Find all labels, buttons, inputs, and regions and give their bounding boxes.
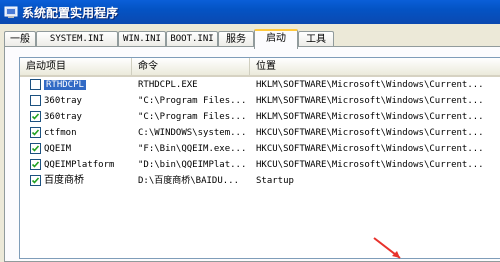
row-command: "F:\Bin\QQEIM.exe... [138, 144, 247, 154]
row-name: 360tray [44, 93, 130, 109]
startup-panel: 启动项目 命令 位置 RTHDCPL RTHDCPL.EXE HKLM\SOFTWA… [4, 46, 500, 262]
tab-startup[interactable]: 启动 [254, 29, 298, 49]
column-header-name[interactable]: 启动项目 [20, 58, 132, 75]
tab-tools[interactable]: 工具 [298, 31, 334, 47]
row-command: "D:\bin\QQEIMPlat... [138, 160, 247, 170]
tab-system-ini[interactable]: SYSTEM.INI [36, 31, 118, 47]
checkbox-checked-icon[interactable] [30, 111, 41, 122]
row-name-text: RTHDCPL [44, 80, 86, 90]
checkbox-checked-icon[interactable] [30, 143, 41, 154]
row-location: HKCU\SOFTWARE\Microsoft\Windows\Current.… [256, 128, 484, 138]
row-name: QQEIMPlatform [44, 157, 130, 173]
column-header-command[interactable]: 命令 [132, 58, 250, 75]
row-location: HKCU\SOFTWARE\Microsoft\Windows\Current.… [256, 144, 484, 154]
table-row[interactable]: QQEIM "F:\Bin\QQEIM.exe... HKCU\SOFTWARE\M… [20, 141, 500, 157]
row-name: 百度商桥 [44, 173, 130, 189]
tab-services[interactable]: 服务 [218, 31, 254, 47]
row-location: HKLM\SOFTWARE\Microsoft\Windows\Current.… [256, 112, 484, 122]
table-row[interactable]: QQEIMPlatform "D:\bin\QQEIMPlat... HKCU\SO… [20, 157, 500, 173]
row-name-text: QQEIMPlatform [44, 160, 115, 170]
column-header-location[interactable]: 位置 [250, 58, 500, 75]
row-name-text: ctfmon [44, 128, 77, 138]
list-header: 启动项目 命令 位置 [20, 58, 500, 77]
table-row[interactable]: RTHDCPL RTHDCPL.EXE HKLM\SOFTWARE\Microsof… [20, 77, 500, 93]
tab-strip: 一般 SYSTEM.INI WIN.INI BOOT.INI 服务 启动 工具 [4, 29, 500, 49]
table-row[interactable]: ctfmon C:\WINDOWS\system... HKCU\SOFTWARE\… [20, 125, 500, 141]
row-name-text: 百度商桥 [44, 175, 84, 186]
row-command: D:\百度商桥\BAIDU... [138, 176, 240, 186]
row-name: 360tray [44, 109, 130, 125]
tab-win-ini[interactable]: WIN.INI [118, 31, 166, 47]
checkbox-checked-icon[interactable] [30, 127, 41, 138]
checkbox-checked-icon[interactable] [30, 159, 41, 170]
table-row[interactable]: 360tray "C:\Program Files... HKLM\SOFTWARE… [20, 93, 500, 109]
table-row[interactable]: 360tray "C:\Program Files... HKLM\SOFTWARE… [20, 109, 500, 125]
title-bar[interactable]: 系统配置实用程序 [0, 0, 500, 24]
row-command: RTHDCPL.EXE [138, 80, 198, 90]
window-title: 系统配置实用程序 [22, 6, 119, 20]
row-location: HKLM\SOFTWARE\Microsoft\Windows\Current.… [256, 96, 484, 106]
row-command: "C:\Program Files... [138, 112, 247, 122]
red-arrow-icon [373, 237, 401, 259]
tab-general[interactable]: 一般 [4, 31, 36, 47]
row-name: QQEIM [44, 141, 130, 157]
row-name: ctfmon [44, 125, 130, 141]
row-command: "C:\Program Files... [138, 96, 247, 106]
row-command: C:\WINDOWS\system... [138, 128, 247, 138]
row-name-text: 360tray [44, 96, 82, 106]
table-row[interactable]: 百度商桥 D:\百度商桥\BAIDU... Startup [20, 173, 500, 189]
tab-boot-ini[interactable]: BOOT.INI [166, 31, 218, 47]
row-location: Startup [256, 176, 294, 186]
row-location: HKCU\SOFTWARE\Microsoft\Windows\Current.… [256, 160, 484, 170]
startup-list[interactable]: 启动项目 命令 位置 RTHDCPL RTHDCPL.EXE HKLM\SOFTWA… [19, 57, 500, 259]
checkbox-checked-icon[interactable] [30, 175, 41, 186]
checkbox-unchecked-icon[interactable] [30, 79, 41, 90]
row-name-text: QQEIM [44, 144, 72, 154]
system-config-icon [4, 6, 18, 18]
row-name: RTHDCPL [44, 77, 130, 93]
row-name-text: 360tray [44, 112, 82, 122]
checkbox-unchecked-icon[interactable] [30, 95, 41, 106]
row-location: HKLM\SOFTWARE\Microsoft\Windows\Current.… [256, 80, 484, 90]
